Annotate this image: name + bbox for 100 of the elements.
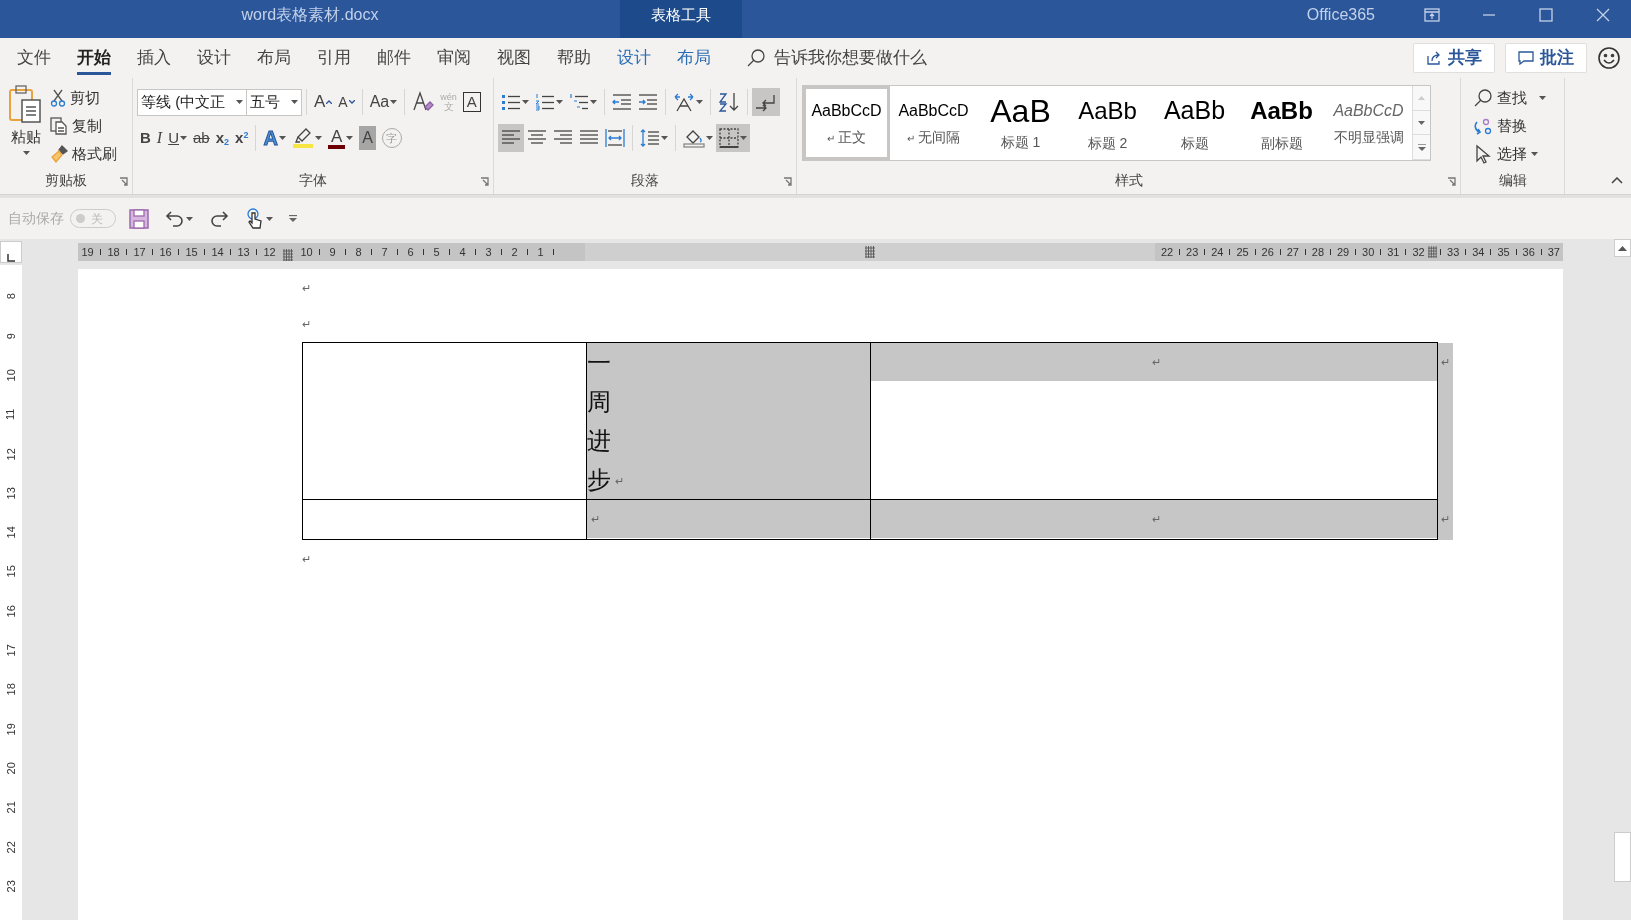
comment-button[interactable]: 批注 [1505, 43, 1587, 73]
ruler-number: 21 [3, 801, 18, 814]
more-styles-button[interactable] [1413, 135, 1430, 160]
ribbon-tab[interactable]: 开始 [64, 38, 124, 78]
dropdown-caret-icon [236, 100, 243, 104]
ribbon-tab[interactable]: 插入 [124, 38, 184, 78]
caret-down-icon [1418, 120, 1425, 125]
align-center-icon [527, 129, 547, 147]
dialog-launcher-button[interactable] [119, 177, 128, 186]
cell-text: 一周进步 [587, 348, 611, 495]
style-gallery-item[interactable]: AaBbCcD ↵ 正文 [803, 86, 890, 160]
ruler-number: 28 [1310, 244, 1326, 260]
group-label: 编辑 [1498, 172, 1527, 188]
dropdown-caret-icon [1539, 96, 1546, 100]
replace-button[interactable]: 替换 [1473, 112, 1546, 140]
align-left-button[interactable] [498, 124, 524, 152]
column-marker-icon [283, 249, 293, 262]
dropdown-caret-icon [346, 136, 354, 140]
paragraph-mark: ↵ [615, 476, 624, 487]
paragraph-mark: ↵ [1151, 514, 1161, 525]
ruler-number: 1 [536, 244, 545, 260]
ruler-number: 22 [1159, 244, 1175, 260]
cursor-icon [1473, 144, 1493, 164]
copy-button[interactable]: 复制 [50, 112, 117, 140]
dialog-launcher-icon [119, 177, 128, 186]
text-effects-button[interactable]: A [260, 124, 289, 152]
superscript-button[interactable]: x$^{2}$ [232, 124, 252, 152]
ribbon-tab[interactable]: 审阅 [424, 38, 484, 78]
ribbon-tab[interactable]: 帮助 [544, 38, 604, 78]
find-button[interactable]: 查找 [1473, 84, 1546, 112]
dialog-launcher-button[interactable] [1447, 177, 1456, 186]
change-case-button[interactable]: Aa [366, 88, 401, 116]
numbered-list-icon [535, 93, 555, 111]
more-icon [1417, 143, 1426, 151]
ribbon-tab[interactable]: 文件 [4, 38, 64, 78]
close-icon [1595, 8, 1610, 22]
ruler-number: 36 [1521, 244, 1536, 260]
ribbon-tab[interactable]: 设计 [604, 38, 664, 78]
share-button[interactable]: 共享 [1413, 43, 1495, 73]
select-button[interactable]: 选择 [1473, 140, 1546, 168]
caret-up-icon [1618, 245, 1627, 251]
underline-button[interactable]: U [165, 124, 190, 152]
ruler-number: 2 [510, 244, 519, 260]
ribbon-tab[interactable]: 视图 [484, 38, 544, 78]
align-right-icon [553, 129, 573, 147]
tab-stop-selector[interactable] [0, 241, 22, 263]
paste-button[interactable]: 粘贴 [6, 84, 46, 164]
collapse-ribbon-button[interactable] [1611, 177, 1623, 184]
caret-down-icon [348, 100, 355, 104]
ruler-number: 33 [1446, 244, 1461, 260]
cut-button[interactable]: 剪切 [50, 84, 117, 112]
italic-button[interactable]: I [153, 124, 166, 152]
dialog-launcher-button[interactable] [783, 177, 792, 186]
ribbon-tab[interactable]: 引用 [304, 38, 364, 78]
dropdown-caret-icon [186, 216, 193, 221]
grow-font-button[interactable]: A [311, 88, 336, 116]
show-formatting-marks-button[interactable] [752, 88, 780, 116]
scroll-down-button[interactable] [1413, 110, 1430, 136]
bold-button[interactable]: B [137, 124, 154, 152]
increase-indent-icon [638, 93, 658, 111]
ribbon-tab[interactable]: 设计 [184, 38, 244, 78]
ribbon-tab[interactable]: 布局 [664, 38, 724, 78]
dropdown-caret-icon [390, 100, 398, 104]
dropdown-caret-icon [266, 216, 273, 221]
ruler-number: 15 [3, 565, 18, 578]
tab-stop-icon [7, 254, 15, 262]
font-size-field[interactable]: 五号 [246, 88, 302, 116]
scrollbar-thumb[interactable] [1614, 832, 1631, 882]
line-spacing-icon [640, 129, 660, 147]
dropdown-caret-icon [696, 100, 703, 104]
smiley-icon [1597, 46, 1621, 70]
ruler-number: 12 [262, 244, 277, 260]
ruler-number: 16 [158, 244, 173, 260]
ruler-number: 26 [1260, 244, 1275, 260]
ruler-number: 23 [3, 879, 18, 893]
save-icon [129, 208, 149, 229]
search-icon [1473, 88, 1493, 108]
ruler-number: 18 [106, 244, 121, 260]
borders-button[interactable] [716, 124, 750, 152]
scroll-up-button[interactable] [1614, 239, 1631, 257]
ribbon-tab[interactable]: 邮件 [364, 38, 424, 78]
ribbon-tab[interactable]: 布局 [244, 38, 304, 78]
character-shading-button[interactable]: A [356, 124, 379, 152]
strikethrough-button[interactable]: ab [190, 124, 213, 152]
ruler-number: 13 [236, 244, 251, 260]
paragraph-mark: ↵ [591, 514, 600, 525]
search-field[interactable]: 告诉我你想要做什么 [740, 44, 933, 72]
font-name-field[interactable]: 等线 (中文正 [137, 88, 247, 116]
shrink-font-button[interactable]: A [335, 88, 358, 116]
ruler-number: 12 [3, 447, 18, 460]
font-color-button[interactable]: A [324, 124, 357, 152]
dropdown-caret-icon [661, 136, 668, 140]
justify-icon [579, 129, 599, 147]
ruler-number: 3 [484, 244, 493, 260]
dialog-launcher-button[interactable] [480, 177, 489, 186]
ruler-number: 22 [3, 840, 18, 853]
subscript-button[interactable]: x$_{2}$ [212, 124, 233, 152]
comment-icon [1518, 50, 1534, 66]
format-painter-button[interactable]: 格式刷 [50, 140, 117, 168]
ruler-number: 19 [3, 722, 18, 736]
